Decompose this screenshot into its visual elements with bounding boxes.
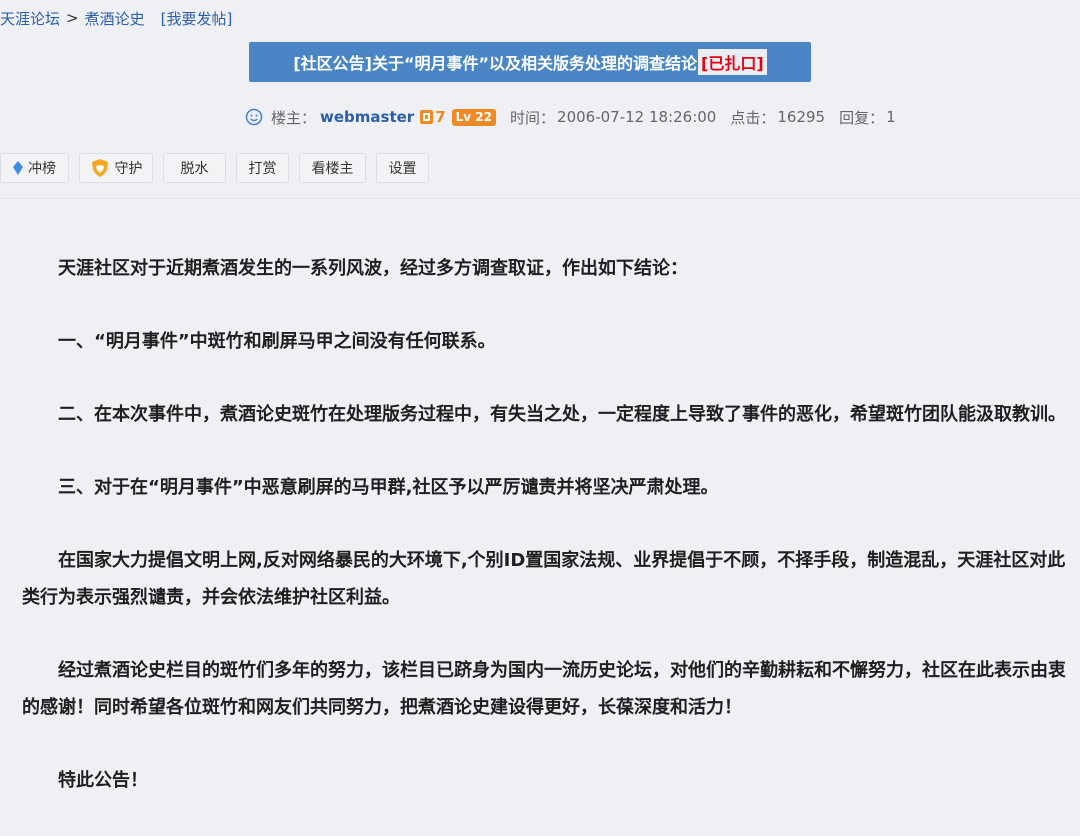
dehydrate-button[interactable]: 脱水: [163, 153, 226, 183]
post-time: 2006-07-12 18:26:00: [557, 108, 717, 126]
smiley-icon: [245, 108, 263, 126]
divider: [0, 198, 1080, 199]
user-badge: 7: [420, 108, 446, 126]
post-title: [社区公告]关于“明月事件”以及相关版务处理的调查结论 [已扎口]: [249, 42, 811, 82]
level-badge: Lv 22: [451, 108, 497, 126]
post-title-text: [社区公告]关于“明月事件”以及相关版务处理的调查结论: [293, 54, 698, 73]
breadcrumb: 天涯论坛 > 煮酒论史 [我要发帖]: [0, 6, 232, 30]
post-meta: 楼主： webmaster 7 Lv 22 时间： 2006-07-12 18:…: [245, 105, 896, 129]
breadcrumb-separator: >: [66, 9, 79, 27]
rank-button[interactable]: 冲榜: [0, 153, 69, 183]
guard-button[interactable]: 守护: [79, 153, 153, 183]
shield-icon: [90, 158, 110, 178]
author-label: 楼主：: [271, 108, 317, 127]
settings-button-label: 设置: [388, 161, 417, 177]
post-paragraph: 天涯社区对于近期煮酒发生的一系列风波，经过多方调查取证，作出如下结论：: [58, 258, 688, 279]
op-only-button-label: 看楼主: [311, 161, 354, 177]
clicks-label: 点击：: [730, 108, 776, 127]
reward-button[interactable]: 打赏: [236, 153, 289, 183]
click-count: 16295: [777, 108, 826, 126]
dehydrate-button-label: 脱水: [180, 161, 209, 177]
new-post-link[interactable]: [我要发帖]: [161, 8, 233, 29]
post-paragraph: 在国家大力提倡文明上网,反对网络暴民的大环境下,个别ID置国家法规、业界提倡于不…: [22, 550, 1066, 608]
guard-button-label: 守护: [114, 161, 143, 177]
post-toolbar: 冲榜 守护 脱水 打赏 看楼主 设置: [0, 153, 429, 183]
reward-button-label: 打赏: [248, 161, 277, 177]
replies-label: 回复：: [839, 108, 885, 127]
post-paragraph: 一、“明月事件”中斑竹和刷屏马甲之间没有任何联系。: [58, 331, 496, 352]
post-paragraph: 经过煮酒论史栏目的斑竹们多年的努力，该栏目已跻身为国内一流历史论坛，对他们的辛勤…: [22, 660, 1066, 718]
rank-button-label: 冲榜: [28, 161, 56, 177]
op-only-button[interactable]: 看楼主: [299, 153, 366, 183]
badge-count: 7: [435, 108, 446, 126]
post-status-badge: [已扎口]: [698, 49, 767, 75]
time-label: 时间：: [510, 108, 556, 127]
post-body: 天涯社区对于近期煮酒发生的一系列风波，经过多方调查取证，作出如下结论： 一、“明…: [22, 250, 1072, 835]
author-link[interactable]: webmaster: [320, 108, 414, 126]
post-paragraph: 三、对于在“明月事件”中恶意刷屏的马甲群,社区予以严厉谴责并将坚决严肃处理。: [58, 477, 719, 498]
breadcrumb-board-link[interactable]: 煮酒论史: [85, 8, 145, 29]
medal-icon: [420, 110, 434, 124]
reply-count: 1: [886, 108, 896, 126]
breadcrumb-forum-link[interactable]: 天涯论坛: [0, 8, 60, 29]
post-paragraph: 特此公告！: [58, 770, 148, 791]
diamond-icon: [13, 161, 23, 175]
post-paragraph: 二、在本次事件中，煮酒论史斑竹在处理版务过程中，有失当之处，一定程度上导致了事件…: [58, 404, 1066, 425]
settings-button[interactable]: 设置: [376, 153, 429, 183]
